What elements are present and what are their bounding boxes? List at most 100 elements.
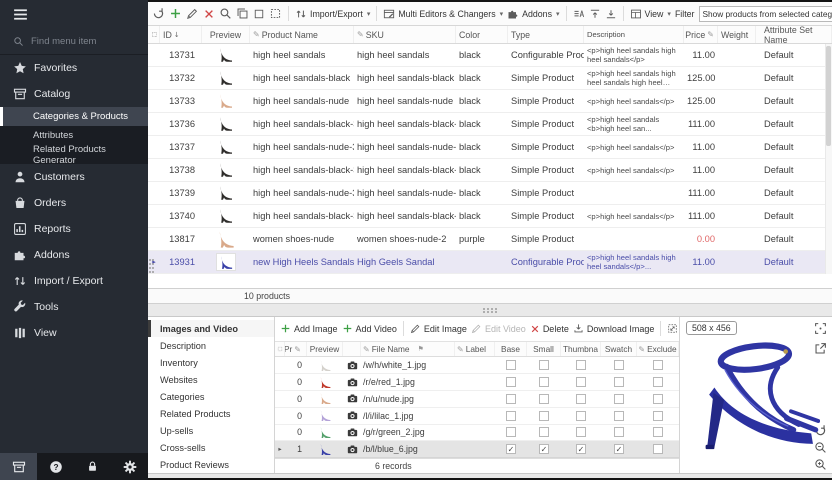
menu-search-input[interactable]: [31, 36, 131, 47]
small-checkbox[interactable]: [539, 360, 549, 370]
view-button[interactable]: View ▾: [630, 8, 671, 20]
column-header-attribute-set[interactable]: Attribute Set Name: [756, 26, 832, 43]
column-header-sku[interactable]: ✎SKU: [354, 26, 456, 43]
paste-icon[interactable]: [253, 8, 265, 20]
panel-splitter[interactable]: [148, 304, 832, 316]
base-checkbox[interactable]: [506, 377, 516, 387]
thumbnail-checkbox[interactable]: [576, 377, 586, 387]
thumbnail-checkbox[interactable]: [576, 394, 586, 404]
tab-inventory[interactable]: Inventory: [148, 354, 274, 371]
base-checkbox[interactable]: [506, 360, 516, 370]
splitter-grip[interactable]: [483, 308, 497, 313]
small-checkbox[interactable]: [539, 394, 549, 404]
search-icon[interactable]: [219, 7, 232, 20]
table-row[interactable]: 13740 high heel sandals-black-38 high he…: [148, 205, 832, 228]
base-checkbox[interactable]: [506, 394, 516, 404]
swatch-checkbox[interactable]: [614, 394, 624, 404]
column-header-preview[interactable]: Preview: [307, 342, 343, 357]
table-row[interactable]: 13738 high heel sandals-black-37 high he…: [148, 159, 832, 182]
thumbnail-checkbox[interactable]: [576, 427, 586, 437]
image-row[interactable]: 0 /l/i/lilac_1.jpg: [275, 408, 679, 425]
small-checkbox-checked[interactable]: [539, 444, 549, 454]
import-export-button[interactable]: Import/Export ▾: [295, 8, 370, 20]
column-header-description[interactable]: Description: [584, 26, 684, 43]
thumbnail-checkbox-checked[interactable]: [576, 444, 586, 454]
column-header-id[interactable]: ID↓: [160, 26, 202, 43]
delete-image-button[interactable]: Delete: [530, 324, 569, 334]
tab-related-products[interactable]: Related Products: [148, 405, 274, 422]
swatch-checkbox[interactable]: [614, 411, 624, 421]
column-header-price[interactable]: Price✎: [684, 26, 718, 43]
filter-select[interactable]: Show products from selected categories ▾: [699, 6, 832, 22]
exclude-checkbox[interactable]: [653, 444, 663, 454]
exclude-checkbox[interactable]: [653, 411, 663, 421]
add-product-icon[interactable]: [169, 7, 182, 20]
vertical-scrollbar[interactable]: [825, 44, 832, 274]
sort-icon[interactable]: [573, 8, 585, 20]
column-header-type[interactable]: Type: [508, 26, 584, 43]
edit-product-icon[interactable]: [186, 7, 199, 20]
hamburger-menu-icon[interactable]: [12, 6, 29, 23]
sidebar-item-attributes[interactable]: Attributes: [0, 126, 148, 145]
tab-up-sells[interactable]: Up-sells: [148, 422, 274, 439]
column-header-label[interactable]: ✎Label: [455, 342, 495, 357]
scrollbar-thumb[interactable]: [826, 46, 831, 146]
paste-special-icon[interactable]: [269, 7, 282, 20]
store-switcher-button[interactable]: [0, 453, 37, 480]
delete-product-icon[interactable]: [203, 8, 215, 20]
column-header-color[interactable]: Color: [456, 26, 508, 43]
tab-description[interactable]: Description: [148, 337, 274, 354]
column-header-swatch[interactable]: Swatch: [601, 342, 637, 357]
tab-product-reviews[interactable]: Product Reviews: [148, 456, 274, 473]
column-header-position[interactable]: Pr✎: [285, 342, 307, 357]
table-row[interactable]: 13737 high heel sandals-nude-36 high hee…: [148, 136, 832, 159]
small-checkbox[interactable]: [539, 427, 549, 437]
collapse-groups-icon[interactable]: [589, 8, 601, 20]
tab-categories[interactable]: Categories: [148, 388, 274, 405]
swatch-checkbox[interactable]: [614, 360, 624, 370]
sidebar-item-orders[interactable]: Orders: [0, 190, 148, 216]
table-row[interactable]: 13739 high heel sandals-nude-37 high hee…: [148, 182, 832, 205]
set-resize-rule-button[interactable]: Set Resize Rule: [667, 323, 679, 334]
image-row[interactable]: 0 /w/h/white_1.jpg: [275, 357, 679, 374]
sidebar-item-reports[interactable]: Reports: [0, 216, 148, 242]
base-checkbox[interactable]: [506, 411, 516, 421]
sidebar-item-favorites[interactable]: Favorites: [0, 55, 148, 81]
exclude-checkbox[interactable]: [653, 377, 663, 387]
add-video-button[interactable]: Add Video: [342, 323, 397, 334]
edit-image-button[interactable]: Edit Image: [410, 323, 467, 334]
download-image-button[interactable]: Download Image: [573, 323, 655, 334]
add-image-button[interactable]: Add Image: [280, 323, 338, 334]
table-row[interactable]: 13732 high heel sandals-black high heel …: [148, 67, 832, 90]
thumbnail-checkbox[interactable]: [576, 411, 586, 421]
thumbnail-checkbox[interactable]: [576, 360, 586, 370]
exclude-checkbox[interactable]: [653, 427, 663, 437]
small-checkbox[interactable]: [539, 377, 549, 387]
refresh-icon[interactable]: [152, 7, 165, 20]
image-row[interactable]: 0 /r/e/red_1.jpg: [275, 374, 679, 391]
sidebar-item-import-export[interactable]: Import / Export: [0, 268, 148, 294]
swatch-checkbox[interactable]: [614, 427, 624, 437]
addons-button[interactable]: Addons ▾: [507, 8, 559, 20]
image-row[interactable]: 0 /g/r/green_2.jpg: [275, 425, 679, 442]
column-header-weight[interactable]: Weight: [718, 26, 756, 43]
exclude-checkbox[interactable]: [653, 360, 663, 370]
column-header-exclude[interactable]: ✎Exclude: [637, 342, 679, 357]
multi-editors-button[interactable]: Multi Editors & Changers ▾: [383, 8, 503, 20]
table-row[interactable]: 13731 high heel sandals high heel sandal…: [148, 44, 832, 67]
copy-icon[interactable]: [236, 7, 249, 20]
sidebar-item-catalog[interactable]: Catalog: [0, 81, 148, 107]
table-row[interactable]: 13817 women shoes-nude women shoes-nude-…: [148, 228, 832, 251]
tab-cross-sells[interactable]: Cross-sells: [148, 439, 274, 456]
sidebar-search[interactable]: [0, 28, 148, 55]
column-header-file-name[interactable]: ✎File Name⚑: [361, 342, 455, 357]
sidebar-item-categories-products[interactable]: Categories & Products: [0, 107, 148, 126]
tab-images-and-video[interactable]: Images and Video: [148, 320, 274, 337]
base-checkbox[interactable]: [506, 427, 516, 437]
sidebar-item-tools[interactable]: Tools: [0, 294, 148, 320]
column-header-preview[interactable]: Preview: [202, 26, 250, 43]
sidebar-item-addons[interactable]: Addons: [0, 242, 148, 268]
base-checkbox-checked[interactable]: [506, 444, 516, 454]
sidebar-item-customers[interactable]: Customers: [0, 164, 148, 190]
column-header-thumbnail[interactable]: Thumbna: [561, 342, 601, 357]
